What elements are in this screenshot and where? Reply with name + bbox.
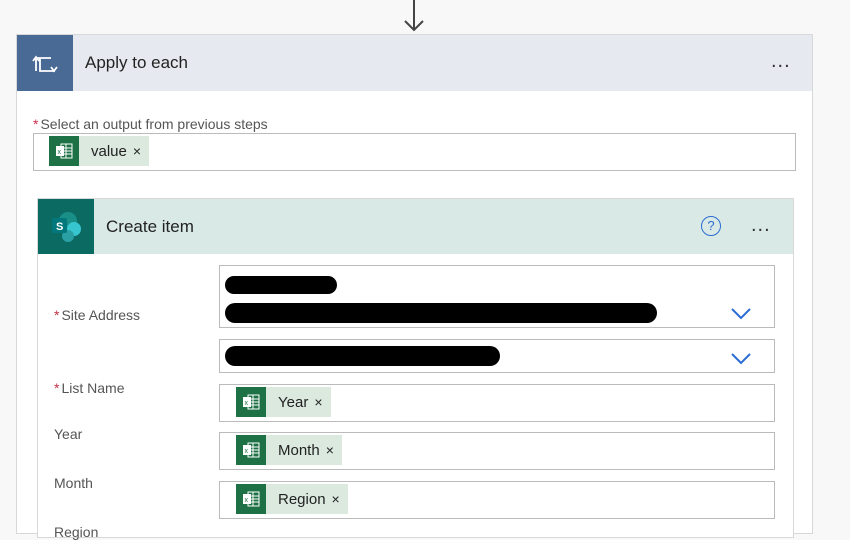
remove-token-button[interactable]: × bbox=[326, 442, 342, 458]
redacted-text bbox=[225, 346, 500, 366]
month-input[interactable]: x Month × bbox=[219, 432, 775, 470]
svg-text:x: x bbox=[245, 497, 249, 504]
help-icon[interactable]: ? bbox=[701, 216, 721, 236]
field-label-year: Year bbox=[54, 426, 83, 442]
list-name-dropdown[interactable] bbox=[219, 339, 775, 373]
field-label-list-name: * List Name bbox=[54, 380, 125, 396]
token-month[interactable]: x Month × bbox=[236, 435, 342, 465]
token-region[interactable]: x Region × bbox=[236, 484, 348, 514]
chevron-down-icon[interactable] bbox=[730, 351, 752, 365]
svg-text:S: S bbox=[56, 221, 63, 233]
excel-icon: x bbox=[236, 484, 266, 514]
loop-icon bbox=[17, 35, 73, 91]
more-options-button[interactable]: ... bbox=[751, 215, 771, 235]
card-title: Create item bbox=[106, 216, 194, 236]
more-options-button[interactable]: ... bbox=[771, 51, 791, 71]
token-year[interactable]: x Year × bbox=[236, 387, 331, 417]
create-item-header[interactable]: S Create item ? ... bbox=[38, 199, 793, 254]
excel-icon: x bbox=[236, 435, 266, 465]
field-label-site-address: * Site Address bbox=[54, 307, 141, 323]
create-item-card: S Create item ? ... * Site Address * List … bbox=[37, 198, 794, 540]
excel-icon: x bbox=[49, 136, 79, 166]
select-output-input[interactable]: x value × bbox=[33, 133, 796, 171]
svg-text:x: x bbox=[245, 400, 249, 407]
svg-text:x: x bbox=[58, 149, 62, 156]
chevron-down-icon[interactable] bbox=[730, 306, 752, 320]
card-title: Apply to each bbox=[85, 53, 189, 72]
field-label-region: Region bbox=[54, 524, 99, 540]
token-value[interactable]: x value × bbox=[49, 136, 150, 166]
field-label-month: Month bbox=[54, 475, 93, 491]
select-output-label: * Select an output from previous steps bbox=[33, 116, 268, 132]
remove-token-button[interactable]: × bbox=[314, 394, 330, 410]
redacted-text bbox=[225, 276, 337, 294]
apply-to-each-header[interactable]: Apply to each ... bbox=[17, 35, 812, 91]
remove-token-button[interactable]: × bbox=[133, 143, 149, 159]
redacted-text bbox=[225, 303, 657, 323]
remove-token-button[interactable]: × bbox=[332, 491, 348, 507]
region-input[interactable]: x Region × bbox=[219, 481, 775, 519]
sharepoint-icon: S bbox=[38, 199, 94, 254]
excel-icon: x bbox=[236, 387, 266, 417]
flow-arrow-down-icon bbox=[404, 0, 424, 32]
year-input[interactable]: x Year × bbox=[219, 384, 775, 422]
svg-text:x: x bbox=[245, 448, 249, 455]
site-address-dropdown[interactable] bbox=[219, 265, 775, 328]
apply-to-each-card: Apply to each ... * Select an output from… bbox=[16, 34, 813, 540]
